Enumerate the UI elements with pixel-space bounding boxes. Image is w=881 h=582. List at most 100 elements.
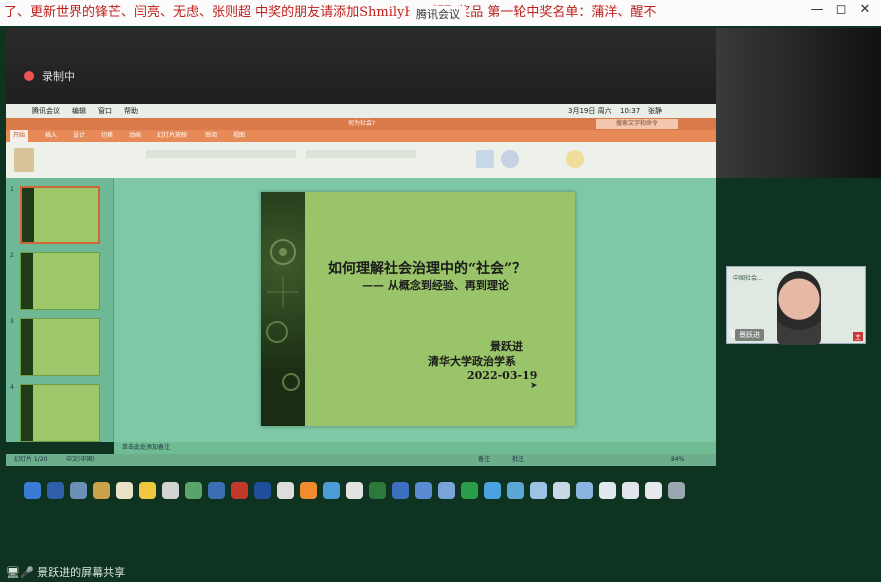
thumb-strip bbox=[21, 319, 33, 375]
dock-app-icon[interactable] bbox=[24, 482, 41, 499]
slide-decor-strip bbox=[261, 192, 305, 426]
menu-item-window[interactable]: 窗口 bbox=[98, 104, 112, 118]
slide-author: 景跃进 bbox=[490, 340, 523, 353]
dock-app-icon[interactable] bbox=[369, 482, 386, 499]
dock-app-icon[interactable] bbox=[438, 482, 455, 499]
restore-icon[interactable]: ◻ bbox=[832, 2, 850, 17]
thumb-number: 3 bbox=[10, 318, 14, 325]
minimize-icon[interactable]: — bbox=[808, 2, 826, 17]
thumb-strip bbox=[22, 188, 34, 242]
picture-icon[interactable] bbox=[476, 150, 494, 168]
recording-indicator[interactable]: 录制中 bbox=[24, 68, 75, 84]
dock-app-icon[interactable] bbox=[116, 482, 133, 499]
shared-screen-top bbox=[6, 28, 716, 104]
tab-transitions[interactable]: 切换 bbox=[98, 130, 116, 142]
notes-pane[interactable]: 单击此处添加备注 bbox=[114, 442, 716, 454]
status-notes-button[interactable]: 备注 bbox=[478, 454, 490, 466]
mouse-cursor-icon: ➤ bbox=[530, 381, 538, 391]
ppt-search-input[interactable]: 搜索文字和命令 bbox=[596, 119, 679, 129]
menu-user: 张静 bbox=[648, 107, 662, 115]
tab-home[interactable]: 开始 bbox=[10, 130, 29, 142]
dock-app-icon[interactable] bbox=[645, 482, 662, 499]
tab-review[interactable]: 审阅 bbox=[202, 130, 220, 142]
dock-app-icon[interactable] bbox=[530, 482, 547, 499]
dock-app-icon[interactable] bbox=[461, 482, 478, 499]
dock-app-icon[interactable] bbox=[323, 482, 340, 499]
dock-app-icon[interactable] bbox=[346, 482, 363, 499]
shape-icon[interactable] bbox=[501, 150, 519, 168]
ribbon-tabs: 开始 插入 设计 切换 动画 幻灯片放映 审阅 视图 bbox=[6, 130, 716, 142]
font-box[interactable] bbox=[146, 150, 296, 158]
design-ideas-icon[interactable] bbox=[566, 150, 584, 168]
zoom-level[interactable]: 84% bbox=[671, 454, 684, 466]
close-icon[interactable]: ✕ bbox=[856, 2, 874, 17]
dock-app-icon[interactable] bbox=[231, 482, 248, 499]
dock-app-icon[interactable] bbox=[185, 482, 202, 499]
menu-app[interactable]: 腾讯会议 bbox=[32, 104, 60, 118]
dock-app-icon[interactable] bbox=[47, 482, 64, 499]
recording-label: 录制中 bbox=[42, 70, 75, 83]
slide-thumbnail-2[interactable] bbox=[20, 252, 100, 310]
ppt-doc-title: 何为社会? bbox=[348, 120, 376, 127]
dock-app-icon[interactable] bbox=[300, 482, 317, 499]
dock-app-icon[interactable] bbox=[553, 482, 570, 499]
mac-dock bbox=[24, 478, 700, 504]
status-comments-button[interactable]: 批注 bbox=[512, 454, 524, 466]
slide-department: 清华大学政治学系 bbox=[428, 355, 516, 368]
tab-insert[interactable]: 插入 bbox=[42, 130, 60, 142]
menu-item-help[interactable]: 帮助 bbox=[124, 104, 138, 118]
tab-slideshow[interactable]: 幻灯片放映 bbox=[154, 130, 190, 142]
slide-date: 2022-03-19 bbox=[467, 369, 538, 382]
dock-app-icon[interactable] bbox=[576, 482, 593, 499]
slide-thumbnail-1[interactable] bbox=[20, 186, 100, 244]
screen-share-text: 景跃进的屏幕共享 bbox=[37, 566, 126, 579]
dock-app-icon[interactable] bbox=[484, 482, 501, 499]
tab-design[interactable]: 设计 bbox=[70, 130, 88, 142]
dock-app-icon[interactable] bbox=[392, 482, 409, 499]
paragraph-box[interactable] bbox=[306, 150, 416, 158]
record-dot-icon bbox=[24, 71, 34, 81]
video-logo-text: 中国社会… bbox=[733, 275, 764, 282]
dock-app-icon[interactable] bbox=[162, 482, 179, 499]
slide-thumbnail-3[interactable] bbox=[20, 318, 100, 376]
screen-share-label: 🖥🎤 景跃进的屏幕共享 bbox=[6, 564, 125, 580]
ppt-titlebar: 何为社会? 搜索文字和命令 bbox=[6, 118, 716, 130]
menu-date: 3月19日 周六 bbox=[568, 107, 612, 115]
dock-app-icon[interactable] bbox=[415, 482, 432, 499]
tab-view[interactable]: 视图 bbox=[230, 130, 248, 142]
screen-share-icon: 🖥🎤 bbox=[6, 566, 34, 579]
dock-app-icon[interactable] bbox=[507, 482, 524, 499]
thumb-number: 1 bbox=[10, 186, 14, 193]
paste-icon[interactable] bbox=[14, 148, 34, 172]
dock-app-icon[interactable] bbox=[208, 482, 225, 499]
participant-face bbox=[777, 271, 821, 345]
thumb-number: 2 bbox=[10, 252, 14, 259]
menu-time: 10:37 bbox=[620, 107, 641, 115]
dock-app-icon[interactable] bbox=[254, 482, 271, 499]
tab-animations[interactable]: 动画 bbox=[126, 130, 144, 142]
slide-thumbnail-pane: 1 2 3 4 bbox=[6, 178, 114, 442]
dock-app-icon[interactable] bbox=[277, 482, 294, 499]
slide-title: 如何理解社会治理中的“社会”？ bbox=[328, 261, 527, 277]
ppt-status-bar: 幻灯片 1/20 中文(中国) 备注 批注 84% bbox=[6, 454, 716, 466]
participant-video[interactable]: 中国社会… 🎙 景跃进 主 bbox=[726, 266, 866, 345]
ticker-text: 了、更新世界的锋芒、闫亮、无虑、张则超 中奖的朋友请添加ShmilyHID领取奖… bbox=[4, 5, 657, 20]
dock-app-icon[interactable] bbox=[668, 482, 685, 499]
mac-menu-bar: 腾讯会议 编辑 窗口 帮助 3月19日 周六 10:37 张静 bbox=[6, 104, 716, 118]
slide-thumbnail-4[interactable] bbox=[20, 384, 100, 442]
current-slide[interactable] bbox=[261, 192, 575, 426]
gear-pattern-icon bbox=[266, 239, 300, 391]
screenshot-root: 了、更新世界的锋芒、闫亮、无虑、张则超 中奖的朋友请添加ShmilyHID领取奖… bbox=[0, 0, 881, 582]
dock-app-icon[interactable] bbox=[93, 482, 110, 499]
thumb-number: 4 bbox=[10, 384, 14, 391]
dock-app-icon[interactable] bbox=[70, 482, 87, 499]
menu-item-edit[interactable]: 编辑 bbox=[72, 104, 86, 118]
status-slide-count: 幻灯片 1/20 bbox=[14, 456, 48, 463]
dock-app-icon[interactable] bbox=[622, 482, 639, 499]
participant-name: 景跃进 bbox=[735, 329, 764, 341]
status-language: 中文(中国) bbox=[66, 456, 95, 463]
dock-app-icon[interactable] bbox=[599, 482, 616, 499]
thumb-strip bbox=[21, 253, 33, 309]
dock-app-icon[interactable] bbox=[139, 482, 156, 499]
slide-subtitle: —— 从概念到经验、再到理论 bbox=[362, 279, 509, 292]
